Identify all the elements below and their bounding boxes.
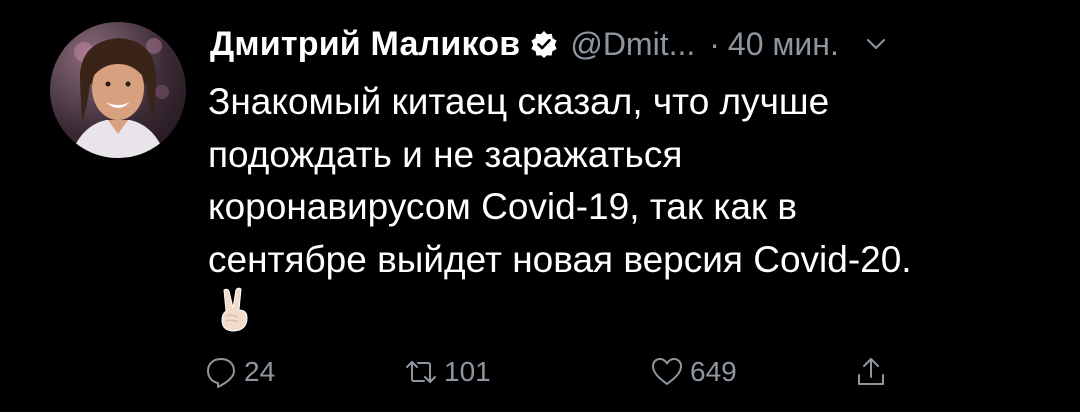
reply-count: 24: [244, 356, 276, 387]
heart-icon: [650, 355, 684, 389]
tweet-header: Дмитрий Маликов @Dmit... · 40 мин.: [210, 22, 887, 66]
like-count: 649: [690, 356, 737, 387]
retweet-button[interactable]: 101: [404, 352, 491, 392]
share-button[interactable]: [854, 352, 888, 392]
reply-icon: [204, 355, 238, 389]
reply-button[interactable]: 24: [204, 352, 275, 392]
author-name[interactable]: Дмитрий Маликов: [210, 25, 520, 64]
tweet-timestamp[interactable]: 40 мин.: [728, 26, 839, 63]
chevron-down-icon[interactable]: [865, 33, 887, 55]
tweet-text-line: коронавирусом Covid-19, так как в: [208, 186, 798, 227]
avatar-portrait: [70, 38, 169, 158]
victory-hand-emoji: [214, 286, 254, 334]
retweet-count: 101: [444, 356, 491, 387]
author-handle[interactable]: @Dmit...: [570, 26, 695, 63]
tweet-text-line: подождать и не заражаться: [208, 133, 683, 175]
share-icon: [854, 355, 888, 389]
tweet-text-line: Знакомый китаец сказал, что лучше: [208, 81, 830, 122]
retweet-icon: [404, 355, 438, 389]
avatar[interactable]: [50, 22, 186, 158]
verified-badge-icon: [530, 30, 558, 58]
tweet-text: Знакомый китаец сказал, что лучше подожд…: [208, 76, 1048, 286]
tweet-text-line: сентябре выйдет новая версия Covid-20.: [208, 238, 912, 280]
like-button[interactable]: 649: [650, 352, 737, 392]
tweet: Дмитрий Маликов @Dmit... · 40 мин. Знако…: [0, 0, 1080, 412]
separator-dot: ·: [709, 25, 720, 62]
